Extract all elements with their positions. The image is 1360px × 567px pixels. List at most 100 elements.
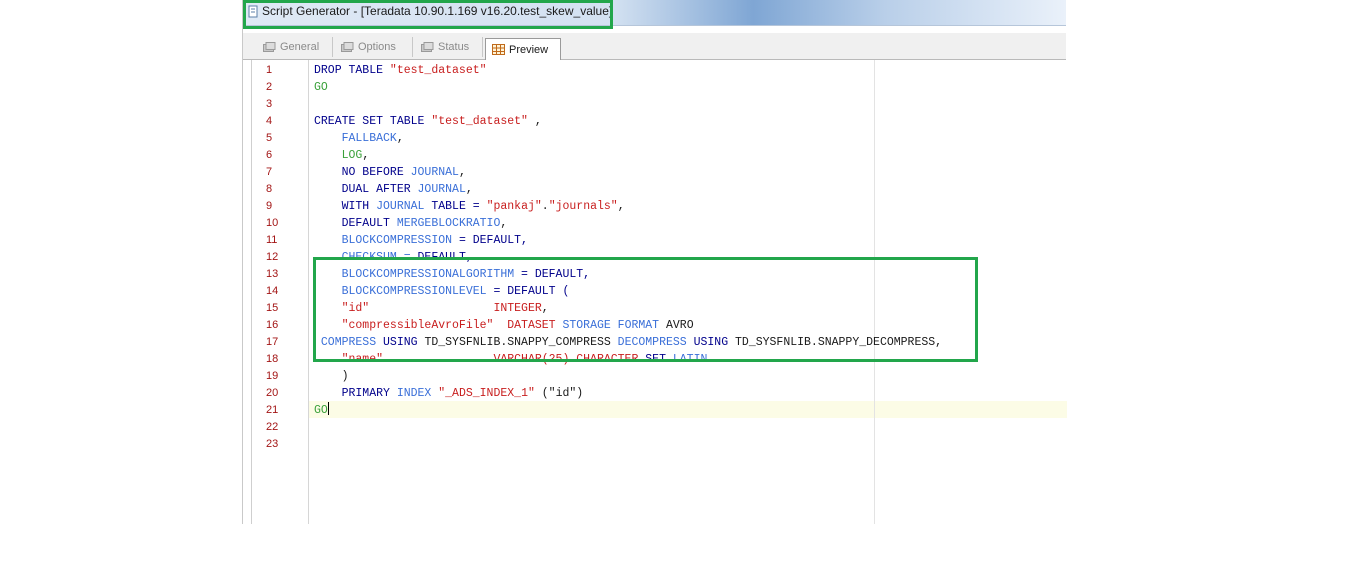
line-number: 16 bbox=[266, 319, 279, 331]
code-line[interactable]: 22 bbox=[252, 419, 1067, 436]
code-text: GO bbox=[314, 402, 329, 419]
code-token: LOG bbox=[314, 149, 363, 162]
preview-grid-icon bbox=[492, 44, 505, 55]
code-token: DEFAULT bbox=[314, 217, 397, 230]
code-token: INDEX bbox=[396, 387, 439, 400]
line-number: 8 bbox=[266, 183, 273, 195]
tab-preview-label: Preview bbox=[509, 43, 549, 56]
code-text: PRIMARY INDEX "_ADS_INDEX_1" ("id") bbox=[314, 385, 584, 402]
tab-status[interactable]: Status bbox=[415, 37, 483, 57]
code-token: NO BEFORE bbox=[314, 166, 411, 179]
line-number: 2 bbox=[266, 81, 273, 93]
line-number: 17 bbox=[266, 336, 279, 348]
code-token: , bbox=[362, 149, 370, 162]
code-token: "test_dataset" bbox=[431, 115, 528, 128]
code-line[interactable]: 4 CREATE SET TABLE "test_dataset" , bbox=[252, 113, 1067, 130]
code-token: "journals" bbox=[548, 200, 618, 213]
line-number: 3 bbox=[266, 98, 273, 110]
code-token: CREATE SET TABLE bbox=[314, 115, 432, 128]
code-token: , bbox=[617, 200, 625, 213]
code-token: = DEFAULT, bbox=[458, 234, 528, 247]
code-token: WITH bbox=[314, 200, 377, 213]
line-number: 21 bbox=[266, 404, 279, 416]
code-line[interactable]: 23 bbox=[252, 436, 1067, 453]
line-number: 6 bbox=[266, 149, 273, 161]
code-token: MERGEBLOCKRATIO bbox=[396, 217, 501, 230]
code-line[interactable]: 6 LOG, bbox=[252, 147, 1067, 164]
line-number: 10 bbox=[266, 217, 279, 229]
code-text: WITH JOURNAL TABLE = "pankaj"."journals"… bbox=[314, 198, 625, 215]
code-token: GO bbox=[314, 404, 328, 417]
line-number: 20 bbox=[266, 387, 279, 399]
text-caret bbox=[327, 402, 329, 415]
code-token: . bbox=[541, 200, 549, 213]
code-token: , bbox=[458, 166, 466, 179]
code-token: DROP TABLE bbox=[314, 64, 390, 77]
code-text: BLOCKCOMPRESSION = DEFAULT, bbox=[314, 232, 528, 249]
code-line[interactable]: 2 GO bbox=[252, 79, 1067, 96]
code-text: GO bbox=[314, 79, 328, 96]
line-number: 11 bbox=[266, 234, 278, 246]
line-number: 22 bbox=[266, 421, 279, 433]
line-number: 12 bbox=[266, 251, 279, 263]
tab-options-label: Options bbox=[358, 41, 396, 53]
code-token: TABLE = bbox=[431, 200, 487, 213]
line-number: 4 bbox=[266, 115, 273, 127]
code-line[interactable]: 20 PRIMARY INDEX "_ADS_INDEX_1" ("id") bbox=[252, 385, 1067, 402]
status-tab-icon bbox=[421, 41, 434, 53]
line-number: 7 bbox=[266, 166, 273, 178]
code-token: , bbox=[396, 132, 404, 145]
code-text: LOG, bbox=[314, 147, 370, 164]
general-tab-icon bbox=[263, 41, 276, 53]
code-line[interactable]: 9 WITH JOURNAL TABLE = "pankaj"."journal… bbox=[252, 198, 1067, 215]
code-token: "_ADS_INDEX_1" bbox=[438, 387, 535, 400]
code-token: PRIMARY bbox=[314, 387, 397, 400]
code-line[interactable]: 10 DEFAULT MERGEBLOCKRATIO, bbox=[252, 215, 1067, 232]
tab-general[interactable]: General bbox=[257, 37, 333, 57]
tab-options[interactable]: Options bbox=[335, 37, 413, 57]
code-line[interactable]: 7 NO BEFORE JOURNAL, bbox=[252, 164, 1067, 181]
tab-general-label: General bbox=[280, 41, 320, 53]
code-line[interactable]: 21 GO bbox=[252, 402, 1067, 419]
code-text: DUAL AFTER JOURNAL, bbox=[314, 181, 473, 198]
tab-bar: General Options Status Preview bbox=[243, 33, 1066, 60]
code-token: , bbox=[465, 183, 473, 196]
code-token: JOURNAL bbox=[410, 166, 459, 179]
code-text: CREATE SET TABLE "test_dataset" , bbox=[314, 113, 542, 130]
line-number: 1 bbox=[266, 64, 273, 76]
code-line[interactable]: 8 DUAL AFTER JOURNAL, bbox=[252, 181, 1067, 198]
options-tab-icon bbox=[341, 41, 354, 53]
code-text: ) bbox=[314, 368, 349, 385]
code-token: , bbox=[500, 217, 508, 230]
line-number: 13 bbox=[266, 268, 279, 280]
code-line[interactable]: 11 BLOCKCOMPRESSION = DEFAULT, bbox=[252, 232, 1067, 249]
code-text: NO BEFORE JOURNAL, bbox=[314, 164, 466, 181]
line-number: 14 bbox=[266, 285, 279, 297]
code-line[interactable]: 1 DROP TABLE "test_dataset" bbox=[252, 62, 1067, 79]
line-number: 23 bbox=[266, 438, 279, 450]
tab-preview[interactable]: Preview bbox=[485, 38, 561, 60]
code-token: DUAL AFTER bbox=[314, 183, 418, 196]
code-line[interactable]: 5 FALLBACK, bbox=[252, 130, 1067, 147]
code-token: , bbox=[527, 115, 542, 128]
code-token: BLOCKCOMPRESSION bbox=[314, 234, 459, 247]
code-text: DROP TABLE "test_dataset" bbox=[314, 62, 487, 79]
tab-status-label: Status bbox=[438, 41, 470, 53]
code-text: FALLBACK, bbox=[314, 130, 404, 147]
code-line[interactable]: 19 ) bbox=[252, 368, 1067, 385]
line-number: 15 bbox=[266, 302, 279, 314]
compression-annotation-box bbox=[313, 257, 978, 362]
line-number: 5 bbox=[266, 132, 273, 144]
code-token: JOURNAL bbox=[376, 200, 432, 213]
code-text: DEFAULT MERGEBLOCKRATIO, bbox=[314, 215, 508, 232]
code-token: "test_dataset" bbox=[389, 64, 487, 77]
code-token: "pankaj" bbox=[486, 200, 542, 213]
code-token: GO bbox=[314, 81, 328, 94]
code-token: JOURNAL bbox=[417, 183, 466, 196]
line-number: 19 bbox=[266, 370, 279, 382]
code-line[interactable]: 3 bbox=[252, 96, 1067, 113]
code-token: ("id") bbox=[534, 387, 584, 400]
code-token: FALLBACK bbox=[314, 132, 397, 145]
code-token: ) bbox=[314, 370, 349, 383]
title-annotation-box bbox=[243, 0, 613, 29]
